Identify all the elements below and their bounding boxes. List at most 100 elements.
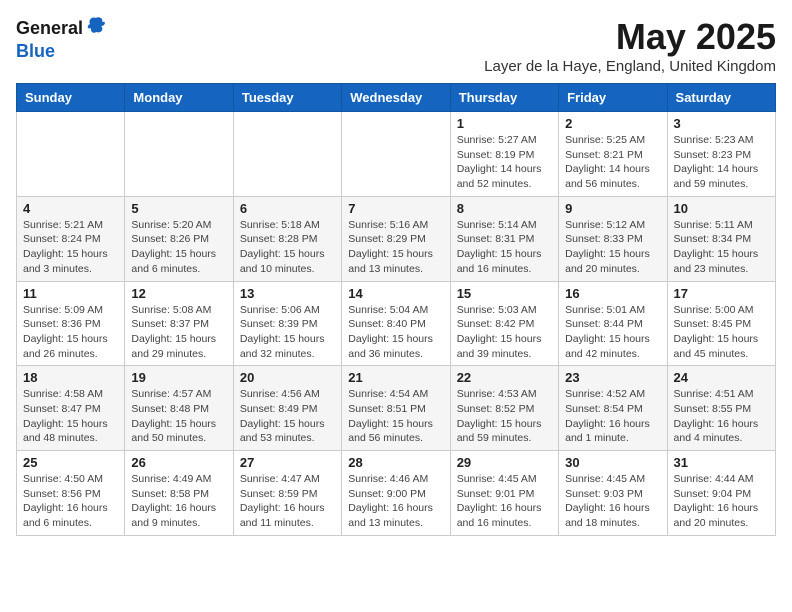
day-number: 7 (348, 201, 443, 216)
calendar-cell: 15 Sunrise: 5:03 AM Sunset: 8:42 PM Dayli… (450, 281, 558, 366)
calendar-cell: 4 Sunrise: 5:21 AM Sunset: 8:24 PM Daylig… (17, 196, 125, 281)
calendar-cell: 20 Sunrise: 4:56 AM Sunset: 8:49 PM Dayli… (233, 366, 341, 451)
day-info: Sunrise: 5:21 AM Sunset: 8:24 PM Dayligh… (23, 218, 118, 277)
calendar-cell: 7 Sunrise: 5:16 AM Sunset: 8:29 PM Daylig… (342, 196, 450, 281)
day-info: Sunrise: 4:56 AM Sunset: 8:49 PM Dayligh… (240, 387, 335, 446)
calendar-header-row: SundayMondayTuesdayWednesdayThursdayFrid… (17, 84, 776, 112)
calendar-cell: 29 Sunrise: 4:45 AM Sunset: 9:01 PM Dayli… (450, 451, 558, 536)
day-info: Sunrise: 4:51 AM Sunset: 8:55 PM Dayligh… (674, 387, 769, 446)
day-info: Sunrise: 5:00 AM Sunset: 8:45 PM Dayligh… (674, 303, 769, 362)
month-title: May 2025 (484, 16, 776, 58)
day-info: Sunrise: 4:46 AM Sunset: 9:00 PM Dayligh… (348, 472, 443, 531)
day-number: 9 (565, 201, 660, 216)
calendar-cell: 26 Sunrise: 4:49 AM Sunset: 8:58 PM Dayli… (125, 451, 233, 536)
day-info: Sunrise: 5:16 AM Sunset: 8:29 PM Dayligh… (348, 218, 443, 277)
day-number: 28 (348, 455, 443, 470)
day-info: Sunrise: 4:53 AM Sunset: 8:52 PM Dayligh… (457, 387, 552, 446)
calendar-cell: 22 Sunrise: 4:53 AM Sunset: 8:52 PM Dayli… (450, 366, 558, 451)
day-number: 21 (348, 370, 443, 385)
day-number: 8 (457, 201, 552, 216)
day-number: 26 (131, 455, 226, 470)
page-header: General Blue May 2025 Layer de la Haye, … (16, 16, 776, 75)
day-number: 17 (674, 286, 769, 301)
calendar-cell: 23 Sunrise: 4:52 AM Sunset: 8:54 PM Dayli… (559, 366, 667, 451)
day-info: Sunrise: 4:54 AM Sunset: 8:51 PM Dayligh… (348, 387, 443, 446)
calendar-header-thursday: Thursday (450, 84, 558, 112)
day-info: Sunrise: 4:45 AM Sunset: 9:03 PM Dayligh… (565, 472, 660, 531)
calendar-header-wednesday: Wednesday (342, 84, 450, 112)
calendar-cell: 27 Sunrise: 4:47 AM Sunset: 8:59 PM Dayli… (233, 451, 341, 536)
day-number: 2 (565, 116, 660, 131)
location: Layer de la Haye, England, United Kingdo… (484, 58, 776, 75)
day-number: 27 (240, 455, 335, 470)
day-number: 30 (565, 455, 660, 470)
day-info: Sunrise: 5:23 AM Sunset: 8:23 PM Dayligh… (674, 133, 769, 192)
day-number: 12 (131, 286, 226, 301)
calendar-cell: 24 Sunrise: 4:51 AM Sunset: 8:55 PM Dayli… (667, 366, 775, 451)
day-info: Sunrise: 5:25 AM Sunset: 8:21 PM Dayligh… (565, 133, 660, 192)
day-number: 29 (457, 455, 552, 470)
calendar-cell (342, 112, 450, 197)
day-number: 31 (674, 455, 769, 470)
day-number: 15 (457, 286, 552, 301)
calendar-cell: 31 Sunrise: 4:44 AM Sunset: 9:04 PM Dayli… (667, 451, 775, 536)
calendar-cell: 14Sunrise: 5:04 AM Sunset: 8:40 PM Dayli… (342, 281, 450, 366)
calendar-cell: 30 Sunrise: 4:45 AM Sunset: 9:03 PM Dayli… (559, 451, 667, 536)
calendar-header-saturday: Saturday (667, 84, 775, 112)
day-number: 18 (23, 370, 118, 385)
calendar-cell: 18 Sunrise: 4:58 AM Sunset: 8:47 PM Dayli… (17, 366, 125, 451)
day-number: 19 (131, 370, 226, 385)
day-number: 5 (131, 201, 226, 216)
day-info: Sunrise: 4:49 AM Sunset: 8:58 PM Dayligh… (131, 472, 226, 531)
day-number: 23 (565, 370, 660, 385)
day-number: 1 (457, 116, 552, 131)
day-number: 6 (240, 201, 335, 216)
day-info: Sunrise: 5:03 AM Sunset: 8:42 PM Dayligh… (457, 303, 552, 362)
calendar-week-row: 1 Sunrise: 5:27 AM Sunset: 8:19 PM Daylig… (17, 112, 776, 197)
day-info: Sunrise: 4:44 AM Sunset: 9:04 PM Dayligh… (674, 472, 769, 531)
day-info: Sunrise: 5:20 AM Sunset: 8:26 PM Dayligh… (131, 218, 226, 277)
day-info: Sunrise: 5:14 AM Sunset: 8:31 PM Dayligh… (457, 218, 552, 277)
calendar-header-friday: Friday (559, 84, 667, 112)
day-number: 13 (240, 286, 335, 301)
day-info: Sunrise: 5:04 AM Sunset: 8:40 PM Dayligh… (348, 303, 443, 362)
calendar-cell: 2 Sunrise: 5:25 AM Sunset: 8:21 PM Daylig… (559, 112, 667, 197)
day-number: 20 (240, 370, 335, 385)
day-info: Sunrise: 5:12 AM Sunset: 8:33 PM Dayligh… (565, 218, 660, 277)
logo: General Blue (16, 16, 106, 62)
calendar-header-tuesday: Tuesday (233, 84, 341, 112)
logo-general: General (16, 18, 83, 39)
calendar-cell: 17 Sunrise: 5:00 AM Sunset: 8:45 PM Dayli… (667, 281, 775, 366)
day-info: Sunrise: 4:45 AM Sunset: 9:01 PM Dayligh… (457, 472, 552, 531)
calendar-header-monday: Monday (125, 84, 233, 112)
day-info: Sunrise: 4:57 AM Sunset: 8:48 PM Dayligh… (131, 387, 226, 446)
calendar-cell: 6 Sunrise: 5:18 AM Sunset: 8:28 PM Daylig… (233, 196, 341, 281)
calendar-cell: 10Sunrise: 5:11 AM Sunset: 8:34 PM Dayli… (667, 196, 775, 281)
calendar-header-sunday: Sunday (17, 84, 125, 112)
calendar-cell: 12Sunrise: 5:08 AM Sunset: 8:37 PM Dayli… (125, 281, 233, 366)
calendar-cell: 13Sunrise: 5:06 AM Sunset: 8:39 PM Dayli… (233, 281, 341, 366)
title-section: May 2025 Layer de la Haye, England, Unit… (484, 16, 776, 75)
day-number: 22 (457, 370, 552, 385)
day-info: Sunrise: 5:27 AM Sunset: 8:19 PM Dayligh… (457, 133, 552, 192)
calendar-cell (125, 112, 233, 197)
calendar-cell: 16Sunrise: 5:01 AM Sunset: 8:44 PM Dayli… (559, 281, 667, 366)
calendar-cell: 19 Sunrise: 4:57 AM Sunset: 8:48 PM Dayli… (125, 366, 233, 451)
calendar-cell: 21 Sunrise: 4:54 AM Sunset: 8:51 PM Dayli… (342, 366, 450, 451)
calendar-week-row: 25 Sunrise: 4:50 AM Sunset: 8:56 PM Dayli… (17, 451, 776, 536)
calendar-week-row: 4 Sunrise: 5:21 AM Sunset: 8:24 PM Daylig… (17, 196, 776, 281)
calendar-cell: 9 Sunrise: 5:12 AM Sunset: 8:33 PM Daylig… (559, 196, 667, 281)
day-number: 4 (23, 201, 118, 216)
logo-blue: Blue (16, 41, 55, 61)
day-info: Sunrise: 4:50 AM Sunset: 8:56 PM Dayligh… (23, 472, 118, 531)
day-info: Sunrise: 4:52 AM Sunset: 8:54 PM Dayligh… (565, 387, 660, 446)
calendar-cell: 25 Sunrise: 4:50 AM Sunset: 8:56 PM Dayli… (17, 451, 125, 536)
calendar-week-row: 18 Sunrise: 4:58 AM Sunset: 8:47 PM Dayli… (17, 366, 776, 451)
day-info: Sunrise: 5:11 AM Sunset: 8:34 PM Dayligh… (674, 218, 769, 277)
day-info: Sunrise: 4:47 AM Sunset: 8:59 PM Dayligh… (240, 472, 335, 531)
day-info: Sunrise: 5:18 AM Sunset: 8:28 PM Dayligh… (240, 218, 335, 277)
day-number: 25 (23, 455, 118, 470)
day-number: 24 (674, 370, 769, 385)
day-info: Sunrise: 4:58 AM Sunset: 8:47 PM Dayligh… (23, 387, 118, 446)
day-info: Sunrise: 5:01 AM Sunset: 8:44 PM Dayligh… (565, 303, 660, 362)
